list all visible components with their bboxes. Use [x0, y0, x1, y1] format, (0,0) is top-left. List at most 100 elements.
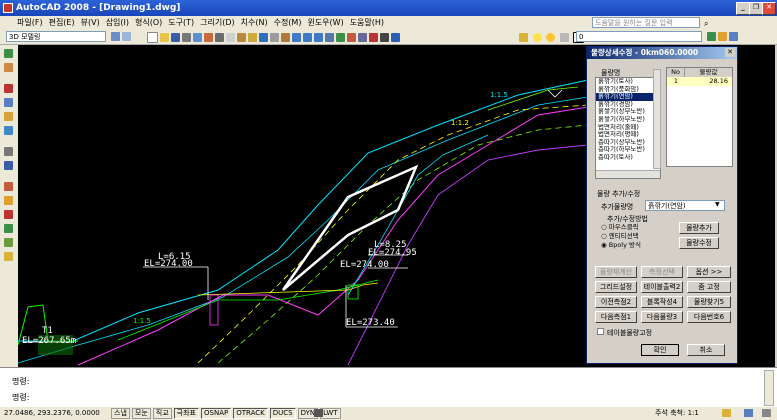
- sun-icon[interactable]: [546, 33, 556, 42]
- mirror-icon[interactable]: [4, 112, 13, 121]
- pan-icon[interactable]: [281, 33, 290, 42]
- next-station-button[interactable]: 다음측점1: [595, 311, 637, 323]
- autocad-app-icon[interactable]: [3, 3, 13, 13]
- osnap-toggle[interactable]: OSNAP: [201, 408, 232, 419]
- rotate-icon[interactable]: [4, 161, 13, 170]
- layer-manager-icon[interactable]: [519, 33, 528, 42]
- radio-bpoly[interactable]: ◉ Bpoly 방식: [601, 241, 673, 250]
- next-qty-button[interactable]: 다음물량3: [641, 311, 683, 323]
- calculator-icon[interactable]: [380, 33, 389, 42]
- list-item[interactable]: 층따기(상부노반): [596, 139, 660, 147]
- otrack-toggle[interactable]: OTRACK: [233, 408, 268, 419]
- table-cell-no[interactable]: 1: [667, 77, 685, 86]
- text-icon[interactable]: [4, 196, 13, 205]
- ok-button[interactable]: 확인: [641, 344, 679, 356]
- list-item[interactable]: 법면처리(평떼): [596, 131, 660, 139]
- lwt-toggle[interactable]: LWT: [320, 408, 341, 419]
- properties-icon[interactable]: [325, 33, 334, 42]
- lightbulb-icon[interactable]: [532, 33, 542, 42]
- list-scrollbar[interactable]: [596, 170, 660, 178]
- menu-window[interactable]: 윈도우(W): [304, 16, 346, 29]
- match-properties-icon[interactable]: [248, 33, 257, 42]
- zoom-window-icon[interactable]: [303, 33, 312, 42]
- offset-icon[interactable]: [4, 126, 13, 135]
- help-search-input[interactable]: 도움말을 원하는 질문 입력: [592, 17, 700, 28]
- ducs-toggle[interactable]: DUCS: [269, 408, 296, 419]
- coordinate-readout[interactable]: 27.0486, 293.2376, 0.0000: [4, 407, 100, 420]
- radio-entity-select[interactable]: ○ 엔티티선택: [601, 232, 673, 241]
- annotation-visibility-icon[interactable]: [722, 409, 731, 417]
- markup-icon[interactable]: [369, 33, 378, 42]
- qty-table[interactable]: No 물량값 1 28.16: [666, 67, 733, 167]
- list-item[interactable]: 층따기(토사): [596, 154, 660, 162]
- clean-screen-icon[interactable]: [762, 409, 771, 417]
- menu-insert[interactable]: 삽입(I): [103, 16, 132, 29]
- list-item[interactable]: 흙깎기(풍화암): [596, 86, 660, 94]
- undo-icon[interactable]: [259, 33, 268, 42]
- new-icon[interactable]: [147, 32, 158, 43]
- table-icon[interactable]: [4, 224, 13, 233]
- menu-dimension[interactable]: 치수(N): [238, 16, 271, 29]
- dialog-close-icon[interactable]: ✕: [725, 48, 735, 57]
- open-icon[interactable]: [160, 33, 169, 42]
- list-item[interactable]: 흙쌓기(하부노반): [596, 116, 660, 124]
- annotation-scale[interactable]: 주석 축척: 1:1: [655, 407, 699, 420]
- modify-qty-button[interactable]: 물량수정: [679, 237, 719, 249]
- workspace-switch-icon[interactable]: [744, 409, 753, 417]
- redo-icon[interactable]: [270, 33, 279, 42]
- print-icon[interactable]: [182, 33, 191, 42]
- cancel-button[interactable]: 취소: [687, 344, 725, 356]
- menu-tools[interactable]: 도구(T): [165, 16, 197, 29]
- snap-toggle[interactable]: 스냅: [111, 408, 130, 419]
- measure-icon[interactable]: [4, 252, 13, 261]
- menu-edit[interactable]: 편집(E): [46, 16, 78, 29]
- hatch-icon[interactable]: [4, 182, 13, 191]
- table-fix-checkbox[interactable]: [597, 328, 604, 335]
- menu-view[interactable]: 뷰(V): [78, 16, 103, 29]
- make-current-layer-icon[interactable]: [707, 32, 716, 41]
- menu-draw[interactable]: 그리기(D): [197, 16, 237, 29]
- sheet-set-icon[interactable]: [358, 33, 367, 42]
- cut-icon[interactable]: [215, 33, 224, 42]
- dropdown-chevron-icon[interactable]: ▼: [715, 201, 720, 208]
- help-icon[interactable]: [391, 33, 400, 42]
- radio-mouse-click[interactable]: ○ 마우스클릭: [601, 223, 673, 232]
- zoom-previous-icon[interactable]: [314, 33, 323, 42]
- layer-previous-icon[interactable]: [718, 32, 727, 41]
- add-qty-select[interactable]: 흙깎기(연암): [645, 200, 725, 211]
- list-item[interactable]: 층따기(하부노반): [596, 146, 660, 154]
- next-number-button[interactable]: 다음번호6: [687, 311, 731, 323]
- region-icon[interactable]: [4, 238, 13, 247]
- command-line[interactable]: 명령: 명령:: [0, 367, 777, 407]
- command-scrollbar[interactable]: [764, 370, 774, 406]
- lock-icon[interactable]: [559, 33, 569, 42]
- workspace-select[interactable]: 3D 모델링: [6, 31, 106, 42]
- find-qty-button[interactable]: 물량찾기5: [687, 296, 731, 308]
- move-icon[interactable]: [4, 147, 13, 156]
- workspace-icon[interactable]: [122, 32, 131, 41]
- restore-button[interactable]: ❐: [749, 2, 763, 15]
- add-qty-button[interactable]: 물량추가: [679, 222, 719, 234]
- minimize-button[interactable]: _: [736, 2, 750, 15]
- menu-help[interactable]: 도움말(H): [347, 16, 387, 29]
- copy-icon[interactable]: [226, 33, 235, 42]
- menu-file[interactable]: 파일(F): [14, 16, 46, 29]
- list-vscrollbar[interactable]: [653, 69, 661, 169]
- polar-toggle[interactable]: 극좌표: [173, 408, 199, 419]
- block-icon[interactable]: [4, 210, 13, 219]
- publish-icon[interactable]: [204, 33, 213, 42]
- design-center-icon[interactable]: [336, 33, 345, 42]
- options-button[interactable]: 옵션 >>: [687, 266, 731, 278]
- model-icon[interactable]: [314, 409, 323, 417]
- preview-icon[interactable]: [193, 33, 202, 42]
- layer-states-icon[interactable]: [729, 32, 738, 41]
- save-icon[interactable]: [171, 33, 180, 42]
- draw-line-icon[interactable]: [4, 49, 13, 58]
- ortho-toggle[interactable]: 직교: [152, 408, 172, 419]
- list-item[interactable]: 흙깎기(토사): [596, 78, 660, 86]
- list-item-selected[interactable]: 흙깎기(연암): [596, 93, 660, 101]
- list-item[interactable]: 흙쌓기(상부노반): [596, 108, 660, 116]
- tool-palette-icon[interactable]: [347, 33, 356, 42]
- recalc-button[interactable]: 물량재계산: [595, 266, 637, 278]
- zoom-fix-button[interactable]: 줌 고정: [687, 281, 731, 293]
